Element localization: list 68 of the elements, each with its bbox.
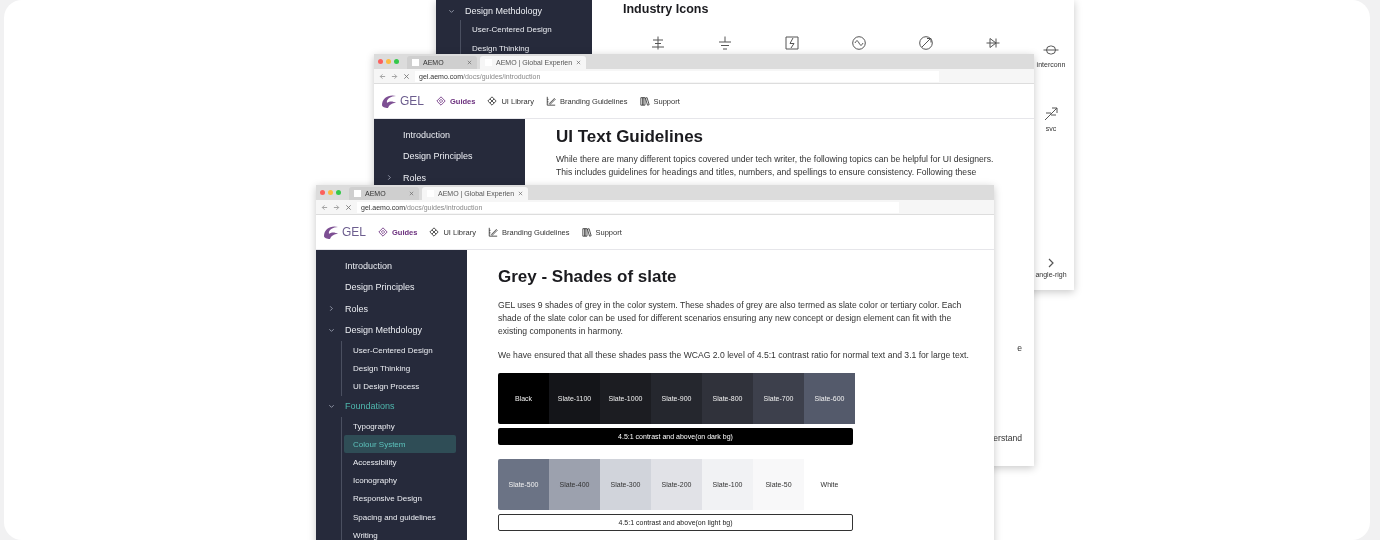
diamond-grid-icon <box>487 96 498 106</box>
connector-icon <box>1043 42 1059 58</box>
diamond-icon <box>378 227 388 237</box>
sidebar-item[interactable]: Colour System <box>344 435 456 454</box>
sidebar-item[interactable]: Introduction <box>316 255 455 277</box>
diamond-grid-icon <box>429 227 440 237</box>
paragraph-line: While there are many different topics covered under tech writer, the following topics can be helpful for UI designers. <box>556 153 995 166</box>
close-icon[interactable] <box>576 60 582 65</box>
forward-arrow-icon[interactable] <box>391 72 398 80</box>
sidebar-item[interactable]: UI Design Process <box>344 377 456 396</box>
forward-arrow-icon[interactable] <box>333 203 340 211</box>
wave-circle-icon <box>852 36 866 50</box>
page-icon <box>354 190 361 197</box>
paragraph-line: This includes guidelines for headings and titles, numbers, and spellings to ensure consistency. Following these <box>556 166 978 179</box>
close-icon[interactable] <box>403 72 410 80</box>
diamond-icon <box>436 96 446 106</box>
sidebar-item[interactable]: Foundations <box>316 395 455 418</box>
sidebar-item[interactable]: Roles <box>374 167 513 189</box>
logo-icon <box>380 93 398 109</box>
logo-text: GEL <box>342 225 366 239</box>
diagonal-arrow-icon <box>1043 106 1059 122</box>
text-fragment: e <box>1017 343 1022 353</box>
sidebar-item[interactable]: User-Centered Design <box>463 20 575 39</box>
sidebar-item[interactable]: Design Thinking <box>344 359 456 378</box>
chevron-icon[interactable] <box>328 402 335 410</box>
back-arrow-icon[interactable] <box>321 203 328 211</box>
books-icon <box>581 227 592 237</box>
gauge-circle-icon <box>919 36 933 50</box>
back-arrow-icon[interactable] <box>379 72 386 80</box>
diode-symbol-icon <box>986 36 1000 50</box>
ground-symbol-icon <box>718 36 732 50</box>
sidebar-item[interactable]: Typography <box>344 417 456 436</box>
chevron-icon[interactable] <box>448 7 455 15</box>
close-icon[interactable] <box>409 191 414 196</box>
sidebar-item[interactable]: Design Methdology <box>436 2 580 20</box>
tower-symbol-icon <box>651 36 665 50</box>
sidebar-item[interactable]: Responsive Design <box>344 489 456 508</box>
sidebar-item[interactable]: Design Principles <box>316 276 455 298</box>
sidebar-item[interactable]: Design Principles <box>374 145 513 167</box>
pencil-ruler-icon <box>545 96 556 106</box>
sidebar-item[interactable]: User-Centered Design <box>344 341 456 360</box>
books-icon <box>639 96 650 106</box>
sidebar-item[interactable]: Roles <box>316 298 455 320</box>
sidebar-item[interactable]: Writing <box>344 526 456 540</box>
sidebar-item[interactable]: Spacing and guidelines <box>344 508 456 527</box>
sidebar-item[interactable]: Iconography <box>344 471 456 490</box>
chevron-icon[interactable] <box>386 174 393 182</box>
chevron-right-icon <box>1048 258 1054 268</box>
page-icon <box>412 59 419 66</box>
logo-icon <box>322 224 340 240</box>
text-fragment: erstand <box>993 433 1022 443</box>
lightning-box-icon <box>785 36 799 50</box>
chevron-icon[interactable] <box>328 305 335 313</box>
paragraph: GEL uses 9 shades of grey in the color system. These shades of grey are also termed as slate color or tertiary color. Each shade of the slate color can be used for different scenarios ensuring any new concept or design element can fit with the existing components in harmony. <box>498 299 963 338</box>
page-heading: Grey - Shades of slate <box>498 267 678 287</box>
section-heading: Industry Icons <box>623 2 710 16</box>
sidebar-item[interactable]: Accessibility <box>344 453 456 472</box>
chevron-icon[interactable] <box>328 326 335 334</box>
logo-text: GEL <box>400 94 424 108</box>
close-icon[interactable] <box>345 203 352 211</box>
close-icon[interactable] <box>518 191 524 196</box>
close-icon[interactable] <box>467 60 472 65</box>
sidebar-item[interactable]: Design Methdology <box>316 319 455 341</box>
sidebar-item[interactable]: Design Thinking <box>463 39 575 58</box>
page-heading: UI Text Guidelines <box>556 127 705 147</box>
sidebar-item[interactable]: Introduction <box>374 124 513 146</box>
pencil-ruler-icon <box>487 227 498 237</box>
paragraph: We have ensured that all these shades pass the WCAG 2.0 level of 4.5:1 contrast ratio for normal text and 3.1 for large text. <box>498 349 970 362</box>
